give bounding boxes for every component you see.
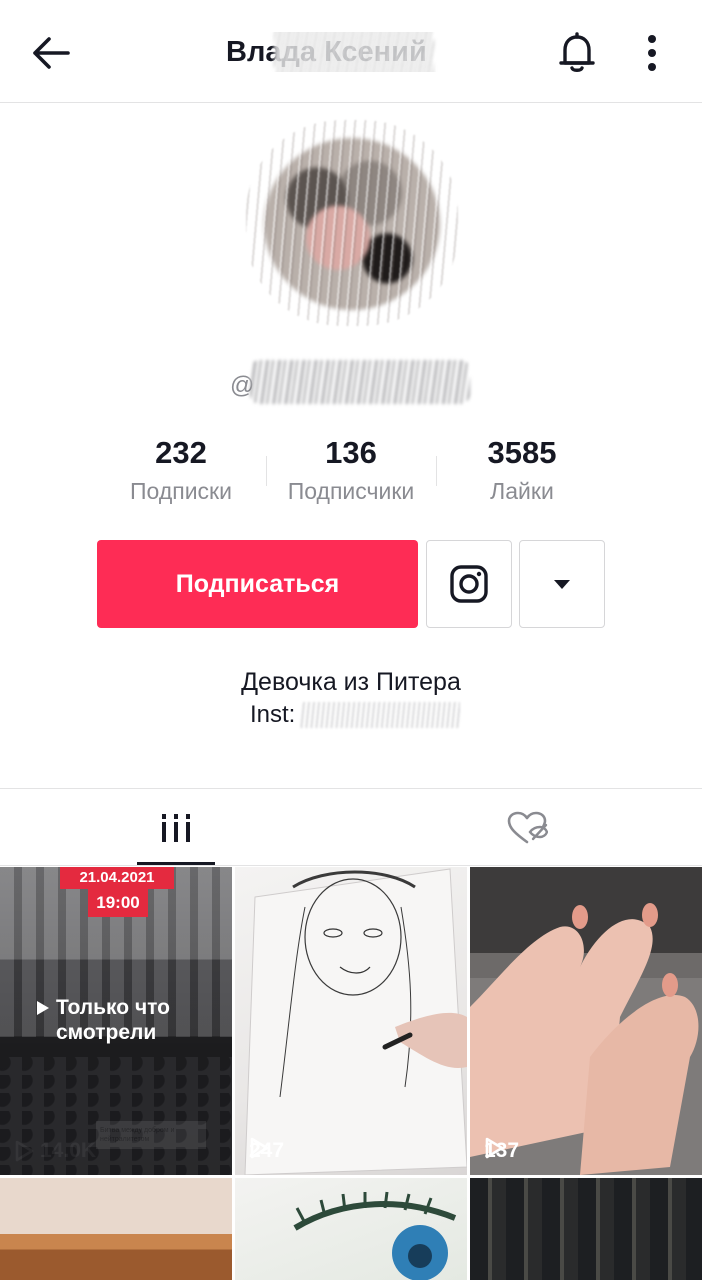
followers-stat[interactable]: 136 Подписчики [266, 432, 436, 508]
sketch-drawing [244, 868, 467, 1175]
redaction-mask [299, 702, 460, 728]
video-date-tag: 21.04.2021 [60, 867, 174, 889]
bio-text: Девочка из Питера [241, 668, 461, 696]
recently-watched-label: Только что смотрели [36, 995, 216, 1045]
arrow-left-icon [33, 37, 70, 69]
suggested-accounts-dropdown[interactable] [519, 540, 605, 628]
bio-instagram-prefix: Inst: [249, 701, 303, 728]
top-bar: Влада Ксений [0, 0, 702, 103]
following-count: 232 [155, 435, 207, 470]
view-count: 137 [484, 1137, 520, 1162]
video-thumbnail[interactable]: 21.04.2021 19:00 Только что смотрели Бит… [0, 867, 232, 1175]
redaction-mask [274, 32, 434, 72]
following-stat[interactable]: 232 Подписки [96, 432, 266, 508]
play-outline-icon [485, 1137, 504, 1159]
instagram-button[interactable] [426, 540, 512, 628]
likes-label: Лайки [490, 478, 554, 504]
instagram-icon [450, 565, 488, 603]
video-grid: 21.04.2021 19:00 Только что смотрели Бит… [0, 867, 702, 1280]
profile-stats: 232 Подписки 136 Подписчики 3585 Лайки [0, 432, 702, 512]
heart-hidden-icon [507, 811, 548, 844]
bio-instagram-link[interactable]: Inst: [249, 700, 460, 730]
following-label: Подписки [130, 478, 232, 504]
grid-icon [161, 814, 190, 842]
profile-bio: Девочка из Питера Inst: [0, 664, 702, 730]
play-outline-icon [250, 1137, 269, 1159]
tab-liked-videos[interactable] [351, 789, 702, 867]
likes-stat: 3585 Лайки [437, 432, 607, 508]
play-outline-icon [15, 1140, 34, 1162]
view-count: 14.0K [14, 1137, 96, 1165]
back-button[interactable] [28, 30, 74, 76]
more-vertical-icon [648, 35, 656, 71]
video-thumbnail[interactable] [470, 1178, 702, 1280]
profile-display-name: Влада Ксений [226, 32, 476, 72]
follow-button[interactable]: Подписаться [97, 540, 418, 628]
video-thumbnail[interactable] [235, 1178, 467, 1280]
video-caption-box: Битва между добром и нейтралитетом [96, 1121, 206, 1149]
redaction-mask [250, 360, 470, 404]
followers-count: 136 [325, 435, 377, 470]
video-time-tag: 19:00 [88, 889, 148, 917]
video-thumbnail[interactable]: 137 [470, 867, 702, 1175]
username-handle: @ [226, 358, 476, 406]
followers-label: Подписчики [287, 478, 415, 504]
eye-drawing [293, 1191, 457, 1280]
profile-tabs [0, 788, 702, 866]
play-icon [37, 1001, 49, 1015]
caret-down-icon [554, 580, 570, 589]
bell-icon [559, 32, 595, 72]
video-thumbnail[interactable]: 247 [235, 867, 467, 1175]
view-count: 247 [249, 1137, 285, 1162]
notifications-bell-button[interactable] [552, 28, 602, 78]
hands-photo [470, 903, 699, 1175]
redaction-mask [246, 120, 458, 326]
tab-videos[interactable] [0, 789, 351, 867]
likes-count: 3585 [487, 435, 557, 470]
avatar[interactable] [236, 120, 468, 330]
more-options-button[interactable] [630, 28, 674, 78]
video-thumbnail[interactable] [0, 1178, 232, 1280]
active-tab-indicator [137, 862, 215, 865]
